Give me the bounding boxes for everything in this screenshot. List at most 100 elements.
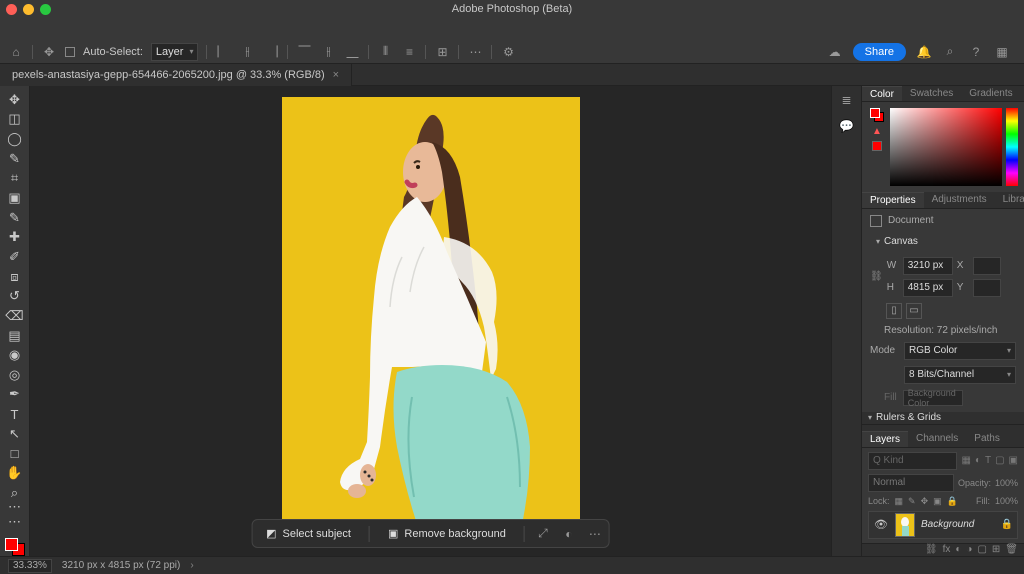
link-layers-icon[interactable]: ⛓ — [925, 544, 938, 555]
orientation-landscape[interactable]: ▭ — [906, 303, 922, 319]
align-top-icon[interactable]: ⎺ — [296, 44, 312, 60]
tab-layers[interactable]: Layers — [862, 431, 908, 446]
new-group-icon[interactable]: ▢ — [977, 544, 986, 555]
tab-gradients[interactable]: Gradients — [961, 86, 1020, 101]
fill-opacity-value[interactable]: 100% — [995, 496, 1018, 506]
move-tool[interactable]: ✥ — [3, 90, 27, 110]
zoom-level-input[interactable]: 33.33% — [8, 559, 52, 573]
canvas-section-header[interactable]: Canvas — [870, 233, 1016, 251]
hand-tool[interactable]: ✋ — [3, 463, 27, 483]
lasso-tool[interactable]: ◯ — [3, 129, 27, 149]
comments-panel-icon[interactable]: 💬 — [839, 118, 855, 134]
tab-channels[interactable]: Channels — [908, 431, 966, 446]
hue-slider[interactable] — [1006, 108, 1018, 186]
traffic-light-maximize[interactable] — [40, 4, 51, 15]
select-subject-button[interactable]: ◩ Select subject — [258, 523, 359, 544]
filter-type-icon[interactable]: T — [985, 455, 991, 466]
crop-tool[interactable]: ⌗ — [3, 169, 27, 189]
document-tab[interactable]: pexels-anastasiya-gepp-654466-2065200.jp… — [0, 64, 352, 86]
edit-toolbar[interactable]: ⋯ — [3, 512, 27, 532]
distribute-h-icon[interactable]: ⦀ — [377, 44, 393, 60]
traffic-light-close[interactable] — [6, 4, 17, 15]
color-mode-select[interactable]: RGB Color — [904, 342, 1016, 360]
gradient-tool[interactable]: ▤ — [3, 326, 27, 346]
opacity-value[interactable]: 100% — [995, 478, 1018, 488]
more-align-icon[interactable]: ⊞ — [434, 44, 450, 60]
visibility-toggle[interactable]: 👁 — [873, 518, 889, 531]
layer-fx-icon[interactable]: fx — [943, 544, 951, 555]
canvas-area[interactable]: ◩ Select subject ▣ Remove background ⤢ ◐… — [30, 86, 831, 556]
type-tool[interactable]: T — [3, 404, 27, 424]
tab-swatches[interactable]: Swatches — [902, 86, 961, 101]
lock-artboard-icon[interactable]: ▣ — [933, 496, 942, 507]
new-layer-icon[interactable]: ⊞ — [992, 544, 1000, 555]
transform-icon[interactable]: ⤢ — [535, 526, 551, 542]
orientation-portrait[interactable]: ▯ — [886, 303, 902, 319]
traffic-light-minimize[interactable] — [23, 4, 34, 15]
tab-properties[interactable]: Properties — [862, 192, 924, 207]
marquee-tool[interactable]: ◫ — [3, 110, 27, 130]
contextual-task-bar[interactable]: ◩ Select subject ▣ Remove background ⤢ ◐… — [251, 519, 610, 548]
quick-select-tool[interactable]: ✎ — [3, 149, 27, 169]
warning-icon[interactable]: ▲ — [872, 126, 882, 137]
dodge-tool[interactable]: ◎ — [3, 365, 27, 385]
align-center-v-icon[interactable]: ⫲ — [320, 44, 336, 60]
link-icon[interactable]: ⛓ — [870, 271, 883, 282]
lock-icon[interactable]: 🔒 — [1001, 519, 1013, 530]
layer-name-label[interactable]: Background — [921, 519, 974, 530]
lock-pos-icon[interactable]: ✥ — [921, 496, 929, 507]
chevron-right-icon[interactable]: › — [190, 560, 193, 571]
bit-depth-select[interactable]: 8 Bits/Channel — [904, 366, 1016, 384]
blend-mode-select[interactable]: Normal — [868, 474, 954, 492]
layer-row-background[interactable]: 👁 Background 🔒 — [868, 511, 1018, 539]
frame-tool[interactable]: ▣ — [3, 188, 27, 208]
brush-tool[interactable]: ✐ — [3, 247, 27, 267]
home-icon[interactable]: ⌂ — [8, 44, 24, 60]
adjustment-icon[interactable]: ◐ — [561, 526, 577, 542]
align-bottom-icon[interactable]: ⎽ — [344, 44, 360, 60]
tab-paths[interactable]: Paths — [966, 431, 1008, 446]
share-button[interactable]: Share — [853, 43, 906, 61]
pen-tool[interactable]: ✒ — [3, 385, 27, 405]
cloud-icon[interactable]: ☁ — [827, 44, 843, 60]
filter-shape-icon[interactable]: ▢ — [995, 455, 1004, 466]
help-icon[interactable]: ? — [968, 44, 984, 60]
bell-icon[interactable]: 🔔 — [916, 44, 932, 60]
y-input[interactable] — [973, 279, 1001, 297]
fill-select[interactable]: Background Color — [903, 390, 963, 406]
tab-adjustments[interactable]: Adjustments — [924, 192, 995, 207]
x-input[interactable] — [973, 257, 1001, 275]
3d-mode-icon[interactable]: ⋯ — [467, 44, 483, 60]
document-image[interactable] — [282, 97, 580, 545]
layer-filter-select[interactable]: Q Kind — [868, 452, 957, 470]
eyedropper-tool[interactable]: ✎ — [3, 208, 27, 228]
history-panel-icon[interactable]: ≣ — [839, 92, 855, 108]
path-select-tool[interactable]: ↖ — [3, 424, 27, 444]
move-tool-icon[interactable]: ✥ — [41, 44, 57, 60]
tab-color[interactable]: Color — [862, 86, 902, 101]
lock-trans-icon[interactable]: ▦ — [895, 496, 904, 507]
width-input[interactable]: 3210 px — [903, 257, 953, 275]
height-input[interactable]: 4815 px — [903, 279, 953, 297]
tab-patterns[interactable]: Patterns — [1021, 86, 1024, 101]
filter-pixel-icon[interactable]: ▦ — [961, 455, 970, 466]
auto-select-dropdown[interactable]: Layer — [151, 43, 199, 61]
close-icon[interactable]: × — [333, 69, 339, 81]
auto-select-checkbox[interactable] — [65, 47, 75, 57]
new-adjustment-icon[interactable]: ◑ — [966, 544, 972, 555]
lock-paint-icon[interactable]: ✎ — [908, 496, 916, 507]
color-panel-fgbg[interactable] — [870, 108, 884, 122]
eraser-tool[interactable]: ⌫ — [3, 306, 27, 326]
rulers-grids-section-header[interactable]: Rulers & Grids — [862, 412, 1024, 425]
remove-background-button[interactable]: ▣ Remove background — [380, 523, 514, 544]
distribute-v-icon[interactable]: ≡ — [401, 44, 417, 60]
filter-adjust-icon[interactable]: ◐ — [975, 455, 981, 466]
foreground-color-swatch[interactable] — [5, 538, 18, 551]
layer-mask-icon[interactable]: ◐ — [955, 544, 961, 555]
history-brush-tool[interactable]: ↺ — [3, 286, 27, 306]
blur-tool[interactable]: ◉ — [3, 345, 27, 365]
filter-smart-icon[interactable]: ▣ — [1009, 455, 1018, 466]
workspace-icon[interactable]: ▦ — [994, 44, 1010, 60]
foreground-background-swatch[interactable] — [5, 538, 25, 556]
align-right-icon[interactable]: ⎹ — [263, 44, 279, 60]
